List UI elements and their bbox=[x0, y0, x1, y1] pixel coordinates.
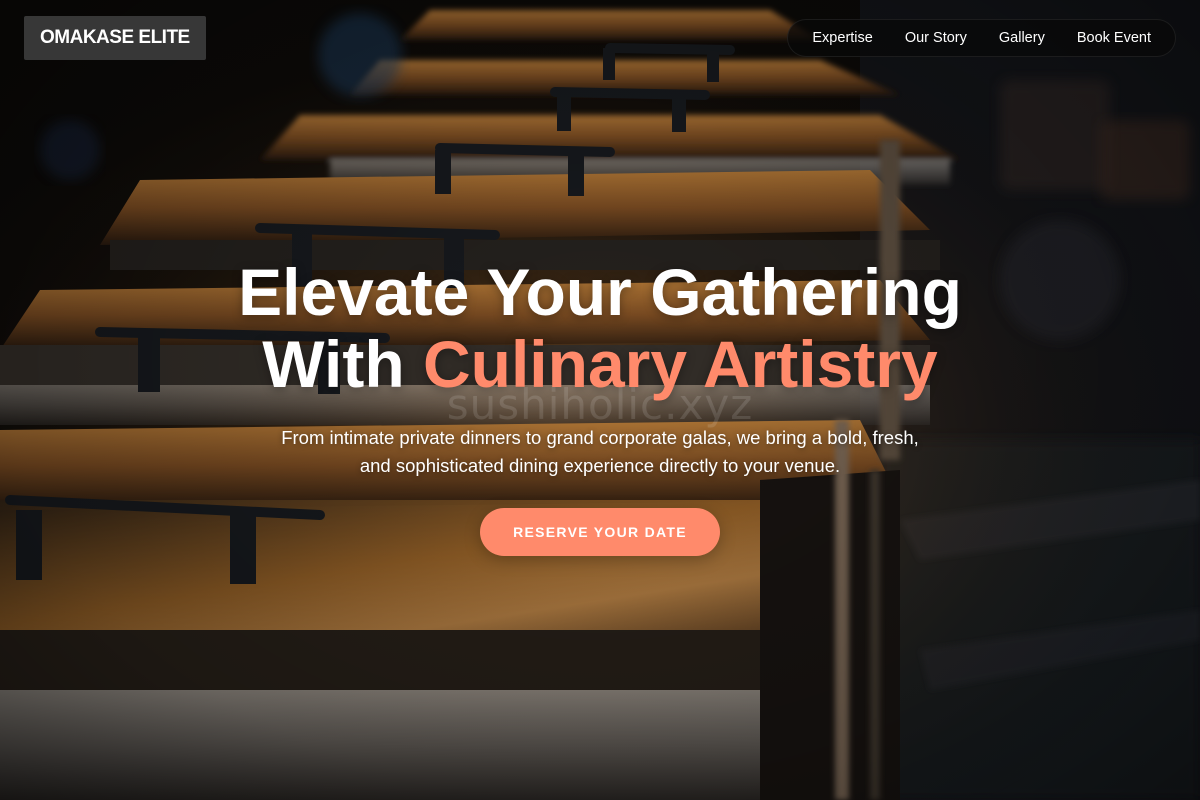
reserve-date-button[interactable]: RESERVE YOUR DATE bbox=[480, 508, 720, 556]
brand-logo[interactable]: OMAKASE ELITE bbox=[24, 16, 206, 60]
nav-item-book-event[interactable]: Book Event bbox=[1061, 30, 1167, 46]
headline-line-1: Elevate Your Gathering bbox=[238, 255, 962, 329]
nav-item-expertise[interactable]: Expertise bbox=[796, 30, 888, 46]
headline-accent-text: Culinary Artistry bbox=[422, 327, 938, 401]
hero-subtitle: From intimate private dinners to grand c… bbox=[281, 427, 919, 476]
headline-line-2-prefix: With bbox=[262, 327, 423, 401]
main-nav: Expertise Our Story Gallery Book Event bbox=[787, 19, 1176, 57]
nav-item-gallery[interactable]: Gallery bbox=[983, 30, 1061, 46]
hero-headline: Elevate Your Gathering With Culinary Art… bbox=[0, 256, 1200, 400]
hero-section: OMAKASE ELITE Expertise Our Story Galler… bbox=[0, 0, 1200, 800]
nav-item-our-story[interactable]: Our Story bbox=[889, 30, 983, 46]
